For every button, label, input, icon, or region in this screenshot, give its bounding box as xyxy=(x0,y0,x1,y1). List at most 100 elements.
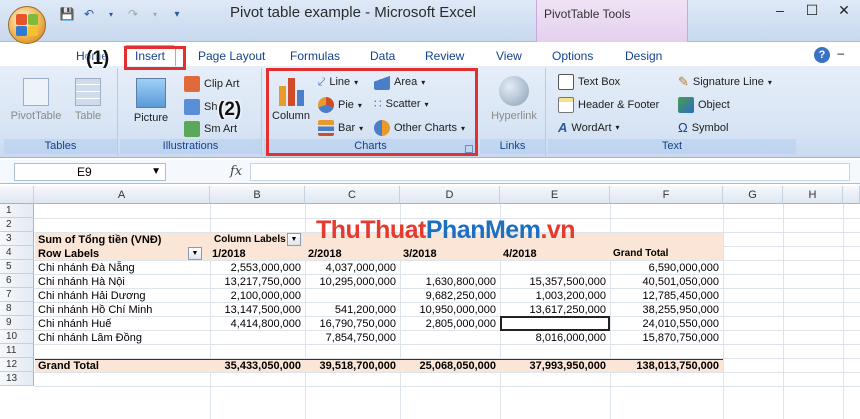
col-header-grand-total[interactable]: Grand Total xyxy=(613,247,668,261)
textbox-button[interactable]: Text Box xyxy=(558,74,620,90)
row-header[interactable]: 7 xyxy=(0,288,34,302)
column-header-a[interactable]: A xyxy=(34,186,210,204)
grand-total-cell[interactable]: 138,013,750,000 xyxy=(610,359,719,373)
value-cell[interactable] xyxy=(400,331,496,345)
customize-qat-icon[interactable]: ▾ xyxy=(168,5,186,23)
pivottable-button[interactable]: PivotTable xyxy=(10,72,62,122)
value-cell[interactable]: 9,682,250,000 xyxy=(400,289,496,303)
column-header-g[interactable]: G xyxy=(723,186,783,204)
value-cell[interactable]: 10,950,000,000 xyxy=(400,303,496,317)
close-icon[interactable]: ✕ xyxy=(834,2,854,19)
row-header[interactable]: 6 xyxy=(0,274,34,288)
row-header[interactable]: 12 xyxy=(0,358,34,372)
column-header-f[interactable]: F xyxy=(610,186,723,204)
row-header[interactable]: 1 xyxy=(0,204,34,218)
row-header[interactable]: 3 xyxy=(0,232,34,246)
minimize-icon[interactable]: – xyxy=(770,2,790,19)
wordart-button[interactable]: A WordArt ▾ xyxy=(558,120,620,135)
grand-total-label[interactable]: Grand Total xyxy=(38,359,99,373)
row-label[interactable]: Chi nhánh Đà Nẵng xyxy=(38,261,135,275)
clipart-button[interactable]: Clip Art xyxy=(184,76,239,92)
signature-line-button[interactable]: ✎ Signature Line ▾ xyxy=(678,74,772,90)
value-cell[interactable]: 24,010,550,000 xyxy=(610,317,719,331)
active-cell-e9[interactable] xyxy=(500,316,610,331)
help-icon[interactable]: ? xyxy=(814,47,830,63)
column-header-h[interactable]: H xyxy=(783,186,843,204)
row-label[interactable]: Chi nhánh Hồ Chí Minh xyxy=(38,303,152,317)
table-button[interactable]: Table xyxy=(66,72,110,122)
tab-options[interactable]: Options xyxy=(552,49,593,63)
col-header-1-2018[interactable]: 1/2018 xyxy=(212,247,246,261)
column-labels-header[interactable]: Column Labels xyxy=(214,233,286,247)
column-header-i[interactable] xyxy=(843,186,860,204)
value-cell[interactable]: 2,100,000,000 xyxy=(210,289,301,303)
row-header[interactable]: 5 xyxy=(0,260,34,274)
row-label[interactable]: Chi nhánh Hà Nội xyxy=(38,275,125,289)
redo-icon[interactable]: ↷ xyxy=(124,5,142,23)
value-cell[interactable] xyxy=(210,331,301,345)
name-box-dropdown-icon[interactable]: ▼ xyxy=(151,164,161,180)
picture-button[interactable]: Picture xyxy=(128,72,174,124)
shapes-button[interactable]: Sh xyxy=(184,99,217,115)
value-cell[interactable]: 6,590,000,000 xyxy=(610,261,719,275)
row-label[interactable]: Chi nhánh Hải Dương xyxy=(38,289,146,303)
column-labels-filter-icon[interactable]: ▼ xyxy=(287,233,301,246)
row-header[interactable]: 11 xyxy=(0,344,34,358)
save-icon[interactable]: 💾 xyxy=(58,5,76,23)
office-button[interactable] xyxy=(8,6,46,44)
select-all-corner[interactable] xyxy=(0,186,34,204)
row-header[interactable]: 13 xyxy=(0,372,34,386)
grand-total-cell[interactable]: 25,068,050,000 xyxy=(400,359,496,373)
column-header-b[interactable]: B xyxy=(210,186,305,204)
tab-formulas[interactable]: Formulas xyxy=(290,49,340,63)
value-cell[interactable]: 16,790,750,000 xyxy=(305,317,396,331)
value-cell[interactable]: 10,295,000,000 xyxy=(305,275,396,289)
value-cell[interactable]: 1,630,800,000 xyxy=(400,275,496,289)
redo-dropdown-icon[interactable]: ▾ xyxy=(146,5,164,23)
tab-data[interactable]: Data xyxy=(370,49,395,63)
row-header[interactable]: 4 xyxy=(0,246,34,260)
smartart-button[interactable]: Sm Art xyxy=(184,121,237,137)
value-cell[interactable]: 15,357,500,000 xyxy=(500,275,606,289)
ribbon-minimize-icon[interactable]: – xyxy=(837,46,844,60)
tab-view[interactable]: View xyxy=(496,49,522,63)
row-label[interactable]: Chi nhánh Huế xyxy=(38,317,111,331)
column-header-d[interactable]: D xyxy=(400,186,500,204)
value-cell[interactable]: 12,785,450,000 xyxy=(610,289,719,303)
row-label[interactable]: Chi nhánh Lâm Đồng xyxy=(38,331,142,345)
value-cell[interactable]: 13,147,500,000 xyxy=(210,303,301,317)
value-cell[interactable] xyxy=(305,289,396,303)
col-header-4-2018[interactable]: 4/2018 xyxy=(503,247,537,261)
row-labels-header[interactable]: Row Labels xyxy=(38,247,99,261)
name-box[interactable]: E9 ▼ xyxy=(14,163,166,181)
value-cell[interactable]: 2,805,000,000 xyxy=(400,317,496,331)
value-cell[interactable]: 1,003,200,000 xyxy=(500,289,606,303)
hyperlink-button[interactable]: Hyperlink xyxy=(486,72,542,122)
header-footer-button[interactable]: Header & Footer xyxy=(558,97,659,113)
value-cell[interactable]: 13,617,250,000 xyxy=(500,303,606,317)
value-cell[interactable]: 4,037,000,000 xyxy=(305,261,396,275)
value-cell[interactable]: 4,414,800,000 xyxy=(210,317,301,331)
value-cell[interactable]: 38,255,950,000 xyxy=(610,303,719,317)
value-cell[interactable] xyxy=(400,261,496,275)
row-header[interactable]: 9 xyxy=(0,316,34,330)
grand-total-cell[interactable]: 37,993,950,000 xyxy=(500,359,606,373)
row-labels-filter-icon[interactable]: ▼ xyxy=(188,247,202,260)
value-cell[interactable]: 2,553,000,000 xyxy=(210,261,301,275)
grand-total-cell[interactable]: 39,518,700,000 xyxy=(305,359,396,373)
column-header-e[interactable]: E xyxy=(500,186,610,204)
value-cell[interactable] xyxy=(500,261,606,275)
col-header-3-2018[interactable]: 3/2018 xyxy=(403,247,437,261)
pivot-value-field[interactable]: Sum of Tổng tiền (VNĐ) xyxy=(38,233,161,247)
object-button[interactable]: Object xyxy=(678,97,730,113)
fx-icon[interactable]: fx xyxy=(230,164,242,179)
tab-review[interactable]: Review xyxy=(425,49,464,63)
row-header[interactable]: 2 xyxy=(0,218,34,232)
value-cell[interactable]: 13,217,750,000 xyxy=(210,275,301,289)
maximize-icon[interactable]: ☐ xyxy=(802,2,822,19)
value-cell[interactable]: 541,200,000 xyxy=(305,303,396,317)
formula-input[interactable] xyxy=(250,163,850,181)
col-header-2-2018[interactable]: 2/2018 xyxy=(308,247,342,261)
value-cell[interactable]: 15,870,750,000 xyxy=(610,331,719,345)
undo-icon[interactable]: ↶ xyxy=(80,5,98,23)
